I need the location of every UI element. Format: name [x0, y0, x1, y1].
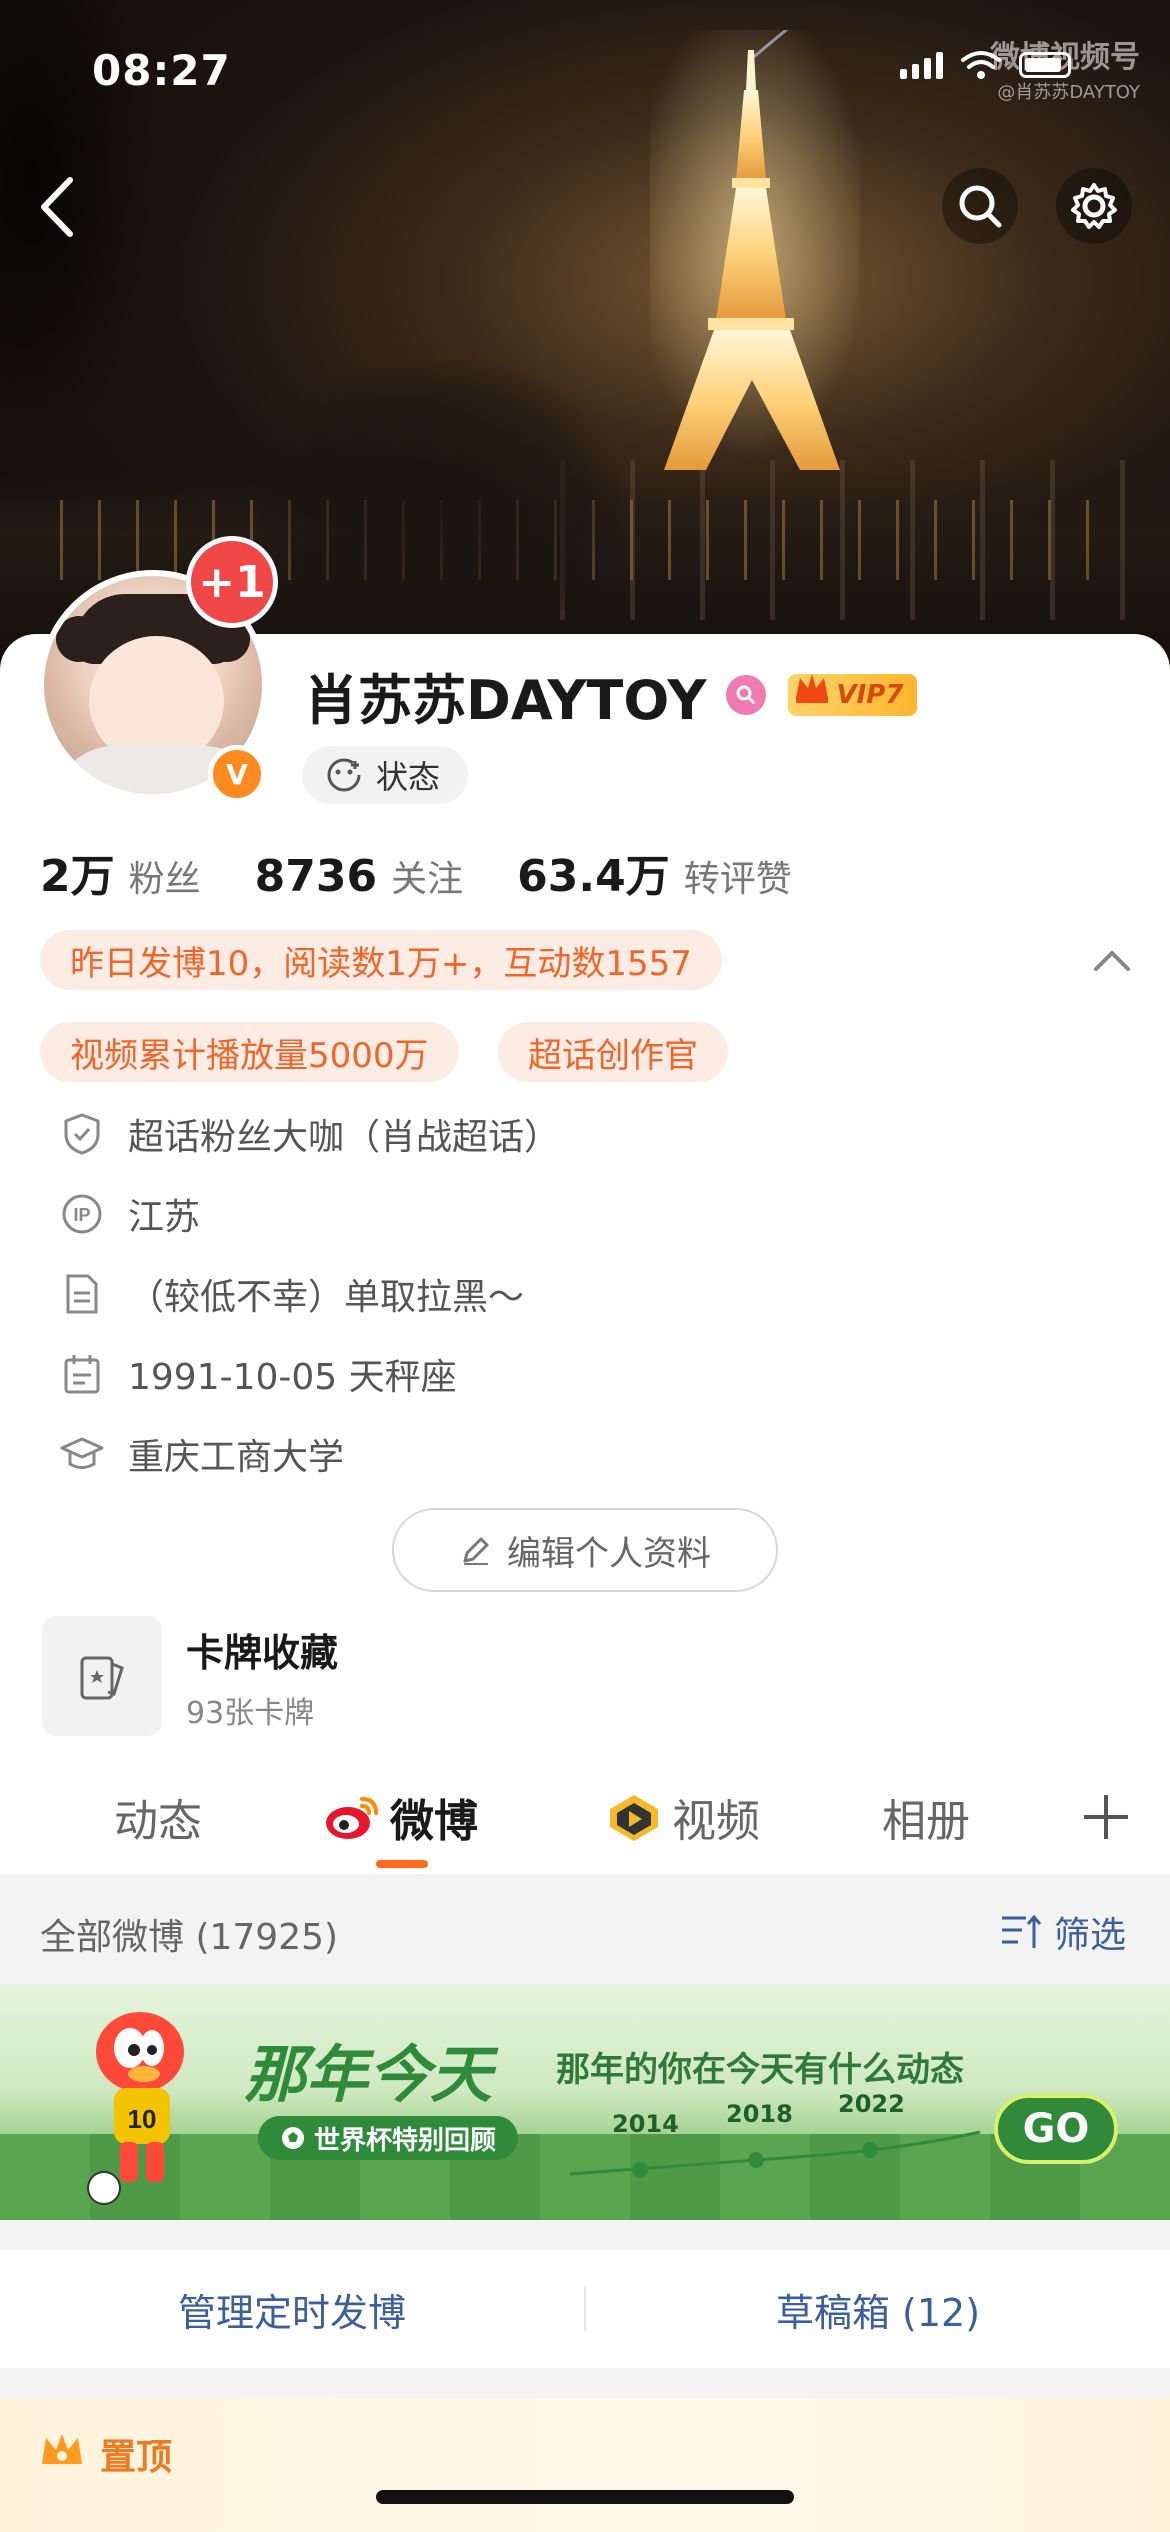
- school-icon: [60, 1432, 104, 1476]
- settings-icon: [1071, 183, 1117, 229]
- active-tab-indicator: [376, 1860, 428, 1868]
- pinned-label: 置顶: [100, 2437, 173, 2478]
- year-label: 2022: [838, 2090, 905, 2118]
- tab-weibo[interactable]: 微博: [322, 1786, 478, 1848]
- filter-button[interactable]: 筛选: [1000, 1906, 1126, 1958]
- stat-label: 粉丝: [128, 859, 201, 900]
- stat-value: 8736: [254, 851, 378, 902]
- crown-icon: [42, 2434, 82, 2464]
- cover-silhouette: [260, 360, 620, 610]
- worldcup-label: 世界杯特别回顾: [314, 2125, 497, 2156]
- video-plays-pill[interactable]: 视频累计播放量5000万: [40, 1022, 459, 1082]
- year-label: 2014: [612, 2110, 679, 2138]
- drafts-button[interactable]: 草稿箱 (12): [586, 2250, 1170, 2368]
- feed-actions-bar: 管理定时发博 草稿箱 (12): [0, 2250, 1170, 2368]
- search-button[interactable]: [942, 168, 1018, 244]
- filter-icon: [1001, 1914, 1042, 1948]
- tab-dynamic[interactable]: 动态: [114, 1786, 202, 1848]
- yesterday-stats-pill[interactable]: 昨日发博10，阅读数1万+，互动数1557: [40, 930, 722, 990]
- vip-level: VIP7: [836, 680, 904, 710]
- back-button[interactable]: [30, 172, 86, 242]
- stat-label: 关注: [391, 859, 464, 900]
- all-weibo-count: 全部微博 (17925): [40, 1917, 339, 1958]
- info-fan-row[interactable]: 超话粉丝大咖（肖战超话）: [60, 1106, 560, 1162]
- profile-card: [0, 634, 1170, 1874]
- profile-tabs: 动态 微博 视频 相册: [0, 1770, 1170, 1874]
- svg-text:IP: IP: [73, 1205, 90, 1225]
- info-school-row: 重庆工商大学: [60, 1426, 344, 1482]
- status-label: 状态: [376, 758, 441, 796]
- card-collection-count: 93张卡牌: [186, 1696, 315, 1731]
- stat-followers[interactable]: 2万 粉丝: [40, 840, 201, 904]
- shield-icon: [60, 1112, 104, 1156]
- on-this-day-banner[interactable]: 10 那年今天 那年的你在今天有什么动态 世界杯特别回顾 2014 2018 2…: [0, 1984, 1170, 2220]
- banner-title: 那年今天: [244, 2038, 493, 2111]
- info-ip-text: 江苏: [128, 1197, 201, 1238]
- plus-one-badge[interactable]: +1: [186, 536, 278, 628]
- vip-badge[interactable]: VIP7: [788, 674, 918, 716]
- edit-profile-label: 编辑个人资料: [507, 1533, 711, 1574]
- info-birthday-text: 1991-10-05 天秤座: [128, 1357, 457, 1398]
- pencil-icon: [463, 1537, 489, 1565]
- filter-label: 筛选: [1053, 1915, 1126, 1956]
- scheduled-posts-button[interactable]: 管理定时发博: [0, 2250, 584, 2368]
- stat-likes[interactable]: 63.4万 转评赞: [517, 840, 792, 904]
- stat-value: 63.4万: [517, 851, 670, 902]
- football-icon: [282, 2127, 304, 2149]
- add-tab-button[interactable]: [1080, 1786, 1132, 1848]
- home-indicator[interactable]: [376, 2490, 794, 2504]
- tab-video[interactable]: 视频: [604, 1786, 760, 1848]
- banner-subtitle: 那年的你在今天有什么动态: [556, 2050, 964, 2090]
- verified-badge: V: [208, 745, 266, 803]
- tab-weibo-label: 微博: [390, 1796, 478, 1847]
- status-icons: [900, 50, 1071, 80]
- search-badge-icon[interactable]: [726, 675, 767, 715]
- back-icon: [41, 177, 73, 237]
- card-icon: [80, 1656, 124, 1700]
- year-label: 2018: [726, 2100, 793, 2128]
- edit-profile-button[interactable]: 编辑个人资料: [392, 1508, 778, 1592]
- stat-following[interactable]: 8736 关注: [255, 850, 463, 902]
- status-button[interactable]: 状态: [302, 746, 469, 804]
- info-bio-row: （较低不幸）单取拉黑～: [60, 1266, 524, 1322]
- creator-pill[interactable]: 超话创作官: [498, 1022, 728, 1082]
- profile-name-row: 肖苏苏DAYTOY VIP7: [304, 660, 918, 732]
- worldcup-review-chip: 世界杯特别回顾: [258, 2116, 519, 2160]
- avatar[interactable]: V +1: [38, 536, 278, 803]
- wifi-icon: [961, 51, 1001, 79]
- video-icon: [610, 1795, 658, 1841]
- ip-icon: IP: [60, 1192, 104, 1236]
- settings-button[interactable]: [1056, 168, 1132, 244]
- info-birthday-row: 1991-10-05 天秤座: [60, 1346, 457, 1402]
- profile-stats: 2万 粉丝 8736 关注 63.4万 转评赞: [40, 840, 846, 902]
- weibo-icon: [326, 1797, 378, 1839]
- search-icon: [959, 185, 1002, 228]
- calendar-icon: [60, 1352, 104, 1396]
- stat-label: 转评赞: [683, 859, 792, 900]
- svg-text:10: 10: [128, 2104, 157, 2134]
- tab-album[interactable]: 相册: [882, 1786, 970, 1848]
- info-ip-row: IP 江苏: [60, 1186, 200, 1242]
- info-school-text: 重庆工商大学: [128, 1437, 345, 1478]
- status-time: 08:27: [92, 46, 231, 95]
- go-button[interactable]: GO: [994, 2094, 1118, 2164]
- profile-name: 肖苏苏DAYTOY: [304, 668, 707, 732]
- signal-icon: [900, 51, 943, 79]
- watermark-handle: @肖苏苏DAYTOY: [997, 82, 1140, 103]
- stat-value: 2万: [40, 851, 115, 902]
- plus-icon: [1084, 1795, 1128, 1839]
- status-bar: 08:27 微博视频号 @肖苏苏DAYTOY: [0, 0, 1170, 140]
- chevron-up-icon[interactable]: [1092, 945, 1132, 975]
- tab-video-label: 视频: [672, 1796, 760, 1847]
- card-collection-title[interactable]: 卡牌收藏: [186, 1622, 338, 1677]
- info-fan-text: 超话粉丝大咖（肖战超话）: [128, 1117, 561, 1158]
- status-icon: [327, 758, 361, 792]
- battery-icon: [1019, 52, 1071, 78]
- pinned-post-header[interactable]: 置顶: [0, 2398, 1170, 2532]
- info-bio-text: （较低不幸）单取拉黑～: [128, 1277, 525, 1318]
- crown-icon: [796, 674, 829, 703]
- mascot-illustration: 10: [87, 2012, 184, 2205]
- card-collection-thumb[interactable]: [42, 1616, 162, 1736]
- note-icon: [60, 1272, 104, 1316]
